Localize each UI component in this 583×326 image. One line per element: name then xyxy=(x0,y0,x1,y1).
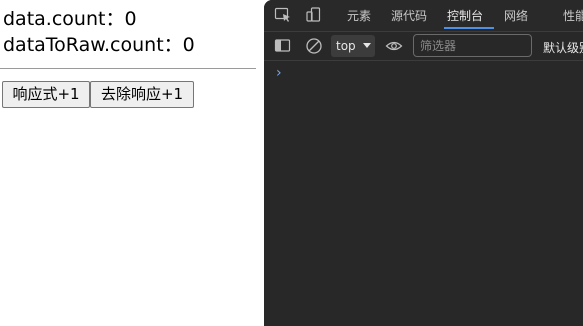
tab-elements[interactable]: 元素 xyxy=(347,7,371,24)
context-selector-value: top xyxy=(336,39,356,53)
console-prompt-icon: › xyxy=(276,65,282,81)
clear-console-icon[interactable] xyxy=(305,37,323,54)
sidebar-toggle-icon[interactable] xyxy=(274,38,292,54)
inspect-element-icon[interactable] xyxy=(274,7,292,23)
eye-icon[interactable] xyxy=(385,38,403,54)
page-viewport: data.count：0 dataToRaw.count：0 响应式+1 去除响… xyxy=(0,0,264,326)
chevron-down-icon xyxy=(363,43,371,48)
tab-performance[interactable]: 性能 xyxy=(563,7,583,24)
devtools-panel: 元素 源代码 控制台 网络 性能 top 筛选器 默认级 › xyxy=(264,0,583,326)
console-filter-input[interactable] xyxy=(413,34,532,57)
tab-console[interactable]: 控制台 xyxy=(447,7,483,24)
tab-network[interactable]: 网络 xyxy=(504,7,528,24)
devtools-tabbar: 元素 源代码 控制台 网络 性能 xyxy=(264,0,583,32)
tab-sources[interactable]: 源代码 xyxy=(391,7,427,24)
log-levels-dropdown[interactable]: 默认级别 xyxy=(543,39,583,56)
data-count-text: data.count：0 xyxy=(3,8,137,30)
device-toolbar-icon[interactable] xyxy=(306,7,324,23)
context-selector[interactable]: top xyxy=(331,35,375,57)
console-output[interactable]: › xyxy=(264,61,583,326)
active-tab-indicator xyxy=(444,27,494,29)
non-reactive-increment-button[interactable]: 去除响应+1 xyxy=(90,81,194,108)
console-toolbar: top 默认级别 xyxy=(264,32,583,61)
raw-count-text: dataToRaw.count：0 xyxy=(3,34,195,56)
reactive-increment-button[interactable]: 响应式+1 xyxy=(2,81,90,108)
horizontal-rule xyxy=(0,68,256,69)
